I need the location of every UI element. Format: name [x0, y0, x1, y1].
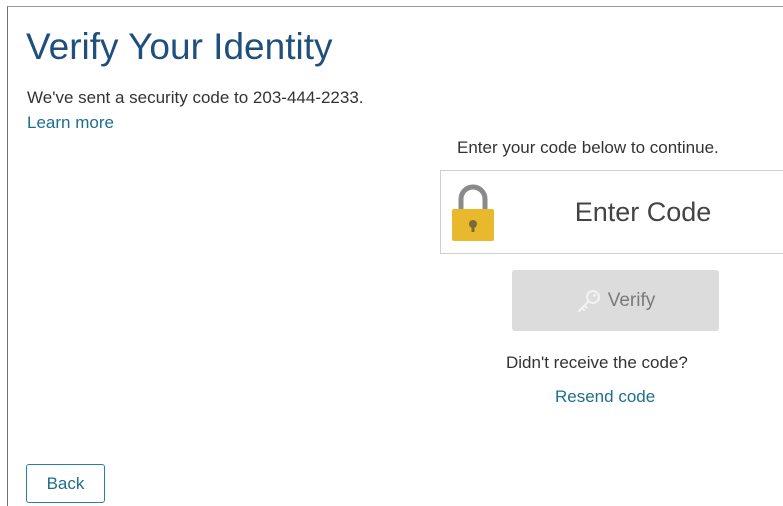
resend-code-link[interactable]: Resend code: [555, 387, 655, 407]
verify-button-label: Verify: [607, 289, 656, 311]
code-entry-box: [440, 170, 783, 254]
code-sent-message: We've sent a security code to 203-444-22…: [27, 88, 364, 107]
lock-icon: [452, 184, 494, 241]
code-instruction: Enter your code below to continue.: [457, 138, 719, 157]
verification-panel: Verify Your Identity We've sent a securi…: [7, 6, 783, 506]
resend-prompt: Didn't receive the code?: [506, 353, 688, 372]
learn-more-link[interactable]: Learn more: [27, 113, 114, 133]
page-title: Verify Your Identity: [26, 26, 333, 67]
key-icon: [577, 289, 600, 312]
back-button[interactable]: Back: [26, 464, 105, 503]
verify-button[interactable]: Verify: [512, 270, 719, 331]
security-code-input[interactable]: [503, 185, 783, 239]
